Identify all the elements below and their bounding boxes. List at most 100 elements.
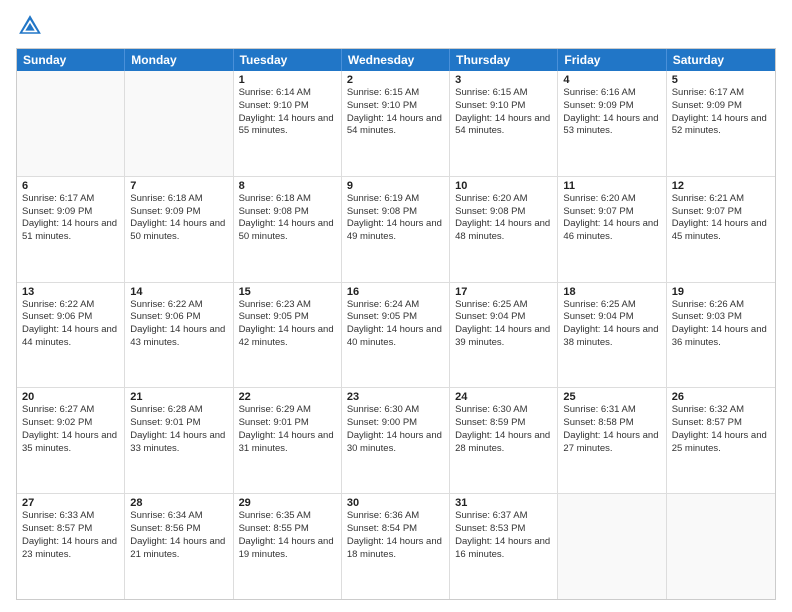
daylight-text: Daylight: 14 hours and 53 minutes. (563, 113, 660, 139)
day-number: 21 (130, 391, 227, 403)
daylight-text: Daylight: 14 hours and 38 minutes. (563, 324, 660, 350)
day-number: 30 (347, 497, 444, 509)
day-number: 18 (563, 286, 660, 298)
header-day-thursday: Thursday (450, 49, 558, 71)
day-number: 13 (22, 286, 119, 298)
day-cell-10: 10Sunrise: 6:20 AMSunset: 9:08 PMDayligh… (450, 177, 558, 282)
day-cell-18: 18Sunrise: 6:25 AMSunset: 9:04 PMDayligh… (558, 283, 666, 388)
day-cell-2: 2Sunrise: 6:15 AMSunset: 9:10 PMDaylight… (342, 71, 450, 176)
day-cell-27: 27Sunrise: 6:33 AMSunset: 8:57 PMDayligh… (17, 494, 125, 599)
day-cell-19: 19Sunrise: 6:26 AMSunset: 9:03 PMDayligh… (667, 283, 775, 388)
day-number: 1 (239, 74, 336, 86)
sunset-text: Sunset: 9:04 PM (563, 311, 660, 324)
daylight-text: Daylight: 14 hours and 43 minutes. (130, 324, 227, 350)
day-number: 10 (455, 180, 552, 192)
daylight-text: Daylight: 14 hours and 46 minutes. (563, 218, 660, 244)
day-cell-12: 12Sunrise: 6:21 AMSunset: 9:07 PMDayligh… (667, 177, 775, 282)
day-cell-9: 9Sunrise: 6:19 AMSunset: 9:08 PMDaylight… (342, 177, 450, 282)
header-day-tuesday: Tuesday (234, 49, 342, 71)
sunrise-text: Sunrise: 6:25 AM (455, 299, 552, 312)
sunset-text: Sunset: 8:56 PM (130, 523, 227, 536)
day-cell-24: 24Sunrise: 6:30 AMSunset: 8:59 PMDayligh… (450, 388, 558, 493)
day-number: 19 (672, 286, 770, 298)
sunrise-text: Sunrise: 6:15 AM (455, 87, 552, 100)
daylight-text: Daylight: 14 hours and 23 minutes. (22, 536, 119, 562)
sunset-text: Sunset: 9:10 PM (347, 100, 444, 113)
day-number: 3 (455, 74, 552, 86)
sunset-text: Sunset: 9:10 PM (239, 100, 336, 113)
day-cell-8: 8Sunrise: 6:18 AMSunset: 9:08 PMDaylight… (234, 177, 342, 282)
day-cell-26: 26Sunrise: 6:32 AMSunset: 8:57 PMDayligh… (667, 388, 775, 493)
sunset-text: Sunset: 9:06 PM (22, 311, 119, 324)
daylight-text: Daylight: 14 hours and 19 minutes. (239, 536, 336, 562)
sunrise-text: Sunrise: 6:33 AM (22, 510, 119, 523)
sunset-text: Sunset: 9:09 PM (22, 206, 119, 219)
daylight-text: Daylight: 14 hours and 25 minutes. (672, 430, 770, 456)
sunrise-text: Sunrise: 6:26 AM (672, 299, 770, 312)
day-cell-5: 5Sunrise: 6:17 AMSunset: 9:09 PMDaylight… (667, 71, 775, 176)
day-cell-11: 11Sunrise: 6:20 AMSunset: 9:07 PMDayligh… (558, 177, 666, 282)
sunrise-text: Sunrise: 6:36 AM (347, 510, 444, 523)
sunrise-text: Sunrise: 6:14 AM (239, 87, 336, 100)
daylight-text: Daylight: 14 hours and 35 minutes. (22, 430, 119, 456)
day-cell-30: 30Sunrise: 6:36 AMSunset: 8:54 PMDayligh… (342, 494, 450, 599)
sunrise-text: Sunrise: 6:24 AM (347, 299, 444, 312)
day-cell-21: 21Sunrise: 6:28 AMSunset: 9:01 PMDayligh… (125, 388, 233, 493)
sunrise-text: Sunrise: 6:34 AM (130, 510, 227, 523)
sunset-text: Sunset: 9:06 PM (130, 311, 227, 324)
sunrise-text: Sunrise: 6:17 AM (672, 87, 770, 100)
daylight-text: Daylight: 14 hours and 45 minutes. (672, 218, 770, 244)
day-cell-15: 15Sunrise: 6:23 AMSunset: 9:05 PMDayligh… (234, 283, 342, 388)
daylight-text: Daylight: 14 hours and 18 minutes. (347, 536, 444, 562)
day-number: 15 (239, 286, 336, 298)
daylight-text: Daylight: 14 hours and 51 minutes. (22, 218, 119, 244)
sunset-text: Sunset: 9:00 PM (347, 417, 444, 430)
day-number: 27 (22, 497, 119, 509)
day-number: 4 (563, 74, 660, 86)
sunrise-text: Sunrise: 6:25 AM (563, 299, 660, 312)
calendar-body: 1Sunrise: 6:14 AMSunset: 9:10 PMDaylight… (17, 71, 775, 599)
sunrise-text: Sunrise: 6:18 AM (239, 193, 336, 206)
daylight-text: Daylight: 14 hours and 39 minutes. (455, 324, 552, 350)
sunset-text: Sunset: 9:07 PM (672, 206, 770, 219)
day-number: 26 (672, 391, 770, 403)
page: SundayMondayTuesdayWednesdayThursdayFrid… (0, 0, 792, 612)
sunrise-text: Sunrise: 6:30 AM (347, 404, 444, 417)
sunset-text: Sunset: 8:59 PM (455, 417, 552, 430)
day-cell-22: 22Sunrise: 6:29 AMSunset: 9:01 PMDayligh… (234, 388, 342, 493)
sunrise-text: Sunrise: 6:37 AM (455, 510, 552, 523)
header-day-monday: Monday (125, 49, 233, 71)
day-cell-6: 6Sunrise: 6:17 AMSunset: 9:09 PMDaylight… (17, 177, 125, 282)
calendar: SundayMondayTuesdayWednesdayThursdayFrid… (16, 48, 776, 600)
day-cell-17: 17Sunrise: 6:25 AMSunset: 9:04 PMDayligh… (450, 283, 558, 388)
daylight-text: Daylight: 14 hours and 36 minutes. (672, 324, 770, 350)
sunrise-text: Sunrise: 6:20 AM (455, 193, 552, 206)
sunset-text: Sunset: 9:05 PM (347, 311, 444, 324)
day-number: 31 (455, 497, 552, 509)
day-number: 12 (672, 180, 770, 192)
daylight-text: Daylight: 14 hours and 48 minutes. (455, 218, 552, 244)
day-cell-14: 14Sunrise: 6:22 AMSunset: 9:06 PMDayligh… (125, 283, 233, 388)
sunset-text: Sunset: 9:03 PM (672, 311, 770, 324)
sunrise-text: Sunrise: 6:22 AM (22, 299, 119, 312)
day-number: 16 (347, 286, 444, 298)
day-number: 8 (239, 180, 336, 192)
day-number: 6 (22, 180, 119, 192)
calendar-row-3: 13Sunrise: 6:22 AMSunset: 9:06 PMDayligh… (17, 283, 775, 389)
day-number: 9 (347, 180, 444, 192)
sunrise-text: Sunrise: 6:27 AM (22, 404, 119, 417)
day-number: 29 (239, 497, 336, 509)
sunset-text: Sunset: 8:54 PM (347, 523, 444, 536)
calendar-header: SundayMondayTuesdayWednesdayThursdayFrid… (17, 49, 775, 71)
day-cell-16: 16Sunrise: 6:24 AMSunset: 9:05 PMDayligh… (342, 283, 450, 388)
sunset-text: Sunset: 9:01 PM (130, 417, 227, 430)
sunrise-text: Sunrise: 6:22 AM (130, 299, 227, 312)
sunrise-text: Sunrise: 6:23 AM (239, 299, 336, 312)
daylight-text: Daylight: 14 hours and 52 minutes. (672, 113, 770, 139)
sunset-text: Sunset: 9:10 PM (455, 100, 552, 113)
day-number: 7 (130, 180, 227, 192)
sunrise-text: Sunrise: 6:18 AM (130, 193, 227, 206)
sunset-text: Sunset: 8:57 PM (22, 523, 119, 536)
daylight-text: Daylight: 14 hours and 50 minutes. (239, 218, 336, 244)
calendar-row-2: 6Sunrise: 6:17 AMSunset: 9:09 PMDaylight… (17, 177, 775, 283)
